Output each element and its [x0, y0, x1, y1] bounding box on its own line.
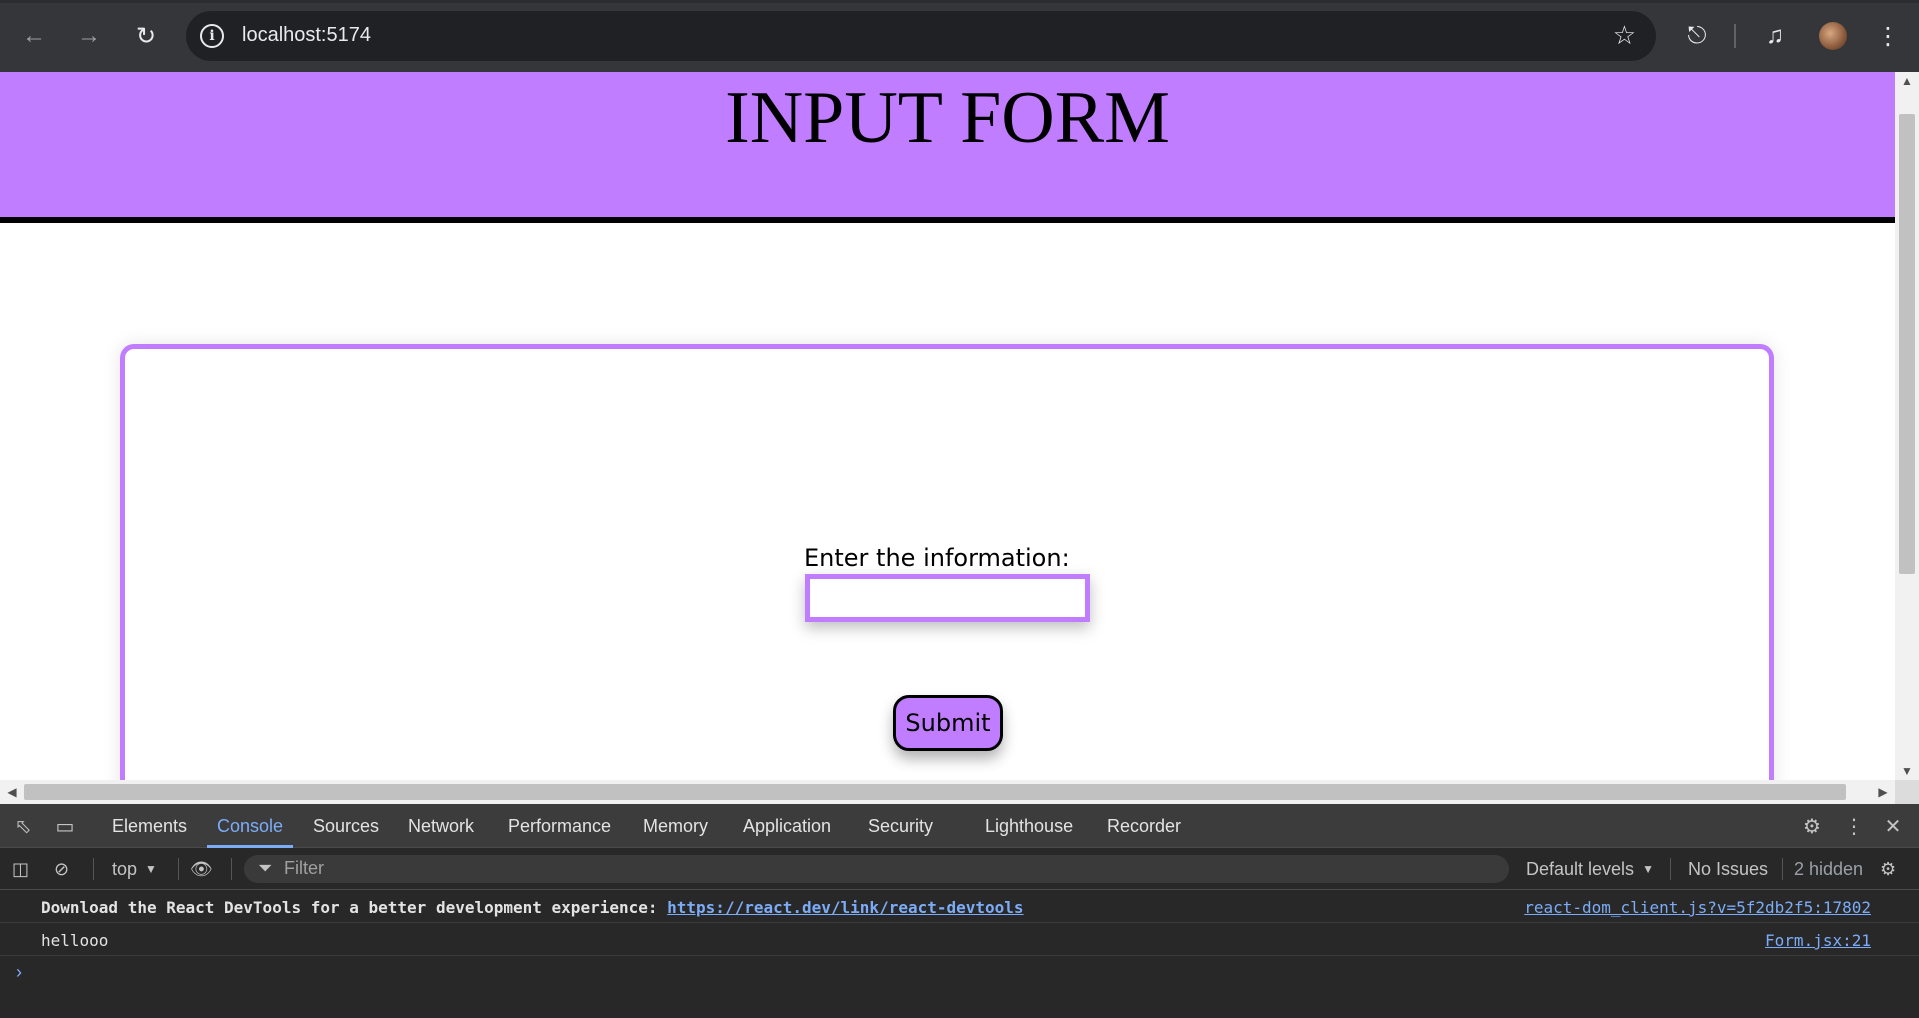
context-label: top: [112, 858, 138, 879]
media-controls-icon[interactable]: ♫: [1757, 18, 1793, 54]
forward-button[interactable]: →: [71, 18, 107, 54]
header-divider: [0, 217, 1895, 223]
toolbar-divider: [231, 858, 232, 880]
log-levels-label: Default levels: [1526, 858, 1635, 879]
field-label: Enter the information:: [804, 544, 1070, 572]
tab-console[interactable]: Console: [206, 804, 294, 848]
device-toolbar-icon[interactable]: ▭: [52, 814, 78, 838]
reload-button[interactable]: ↻: [128, 18, 164, 54]
console-message: hellooo: [41, 931, 109, 950]
scroll-down-icon[interactable]: ▼: [1895, 762, 1919, 780]
dropdown-caret-icon: ▼: [145, 862, 157, 876]
sidebar-toggle-icon[interactable]: ◫: [12, 856, 29, 882]
scroll-left-icon[interactable]: ◀: [2, 780, 22, 804]
bookmark-star-icon[interactable]: ☆: [1613, 20, 1636, 51]
tab-sources[interactable]: Sources: [313, 804, 379, 848]
tab-network[interactable]: Network: [408, 804, 474, 848]
submit-button[interactable]: Submit: [893, 695, 1003, 751]
console-source-link[interactable]: react-dom_client.js?v=5f2db2f5:17802: [1524, 898, 1871, 917]
console-source-link[interactable]: Form.jsx:21: [1765, 931, 1871, 950]
toolbar-divider: [93, 858, 94, 880]
scrollbar-corner: [1895, 780, 1919, 804]
devtools-tabbar: ⬁ ▭ Elements Console Sources Network Per…: [0, 804, 1919, 848]
page-viewport: INPUT FORM Enter the information: Submit: [0, 72, 1895, 780]
context-selector[interactable]: top ▼: [112, 856, 157, 882]
information-input[interactable]: [805, 574, 1090, 622]
console-filter-input[interactable]: ⏷ Filter: [244, 855, 1509, 883]
page-header: INPUT FORM: [0, 72, 1895, 217]
site-info-icon[interactable]: i: [200, 24, 224, 48]
console-message: Download the React DevTools for a better…: [41, 898, 1024, 917]
filter-placeholder: Filter: [284, 858, 324, 878]
url-text[interactable]: localhost:5174: [242, 24, 371, 47]
devtools-panel: ⬁ ▭ Elements Console Sources Network Per…: [0, 804, 1919, 1018]
inspect-element-icon[interactable]: ⬁: [10, 814, 36, 838]
toolbar-divider: [178, 858, 179, 880]
devtools-menu-icon[interactable]: ⋮: [1841, 814, 1867, 838]
tab-application[interactable]: Application: [743, 804, 831, 848]
vertical-scrollbar[interactable]: ▲ ▼: [1895, 72, 1919, 780]
tab-lighthouse[interactable]: Lighthouse: [985, 804, 1073, 848]
live-expression-eye-icon[interactable]: 👁: [190, 856, 213, 882]
back-button[interactable]: ←: [16, 18, 52, 54]
dropdown-caret-icon: ▼: [1642, 862, 1654, 876]
tab-performance[interactable]: Performance: [508, 804, 611, 848]
reload-icon: ↻: [135, 22, 157, 50]
console-log-row: hellooo Form.jsx:21: [0, 923, 1919, 956]
toolbar-divider: [1670, 858, 1671, 880]
toolbar-divider: [1734, 24, 1736, 48]
tab-strip: [0, 0, 1919, 3]
log-levels-dropdown[interactable]: Default levels ▼: [1526, 856, 1654, 882]
console-log-row: Download the React DevTools for a better…: [0, 890, 1919, 923]
horizontal-scroll-thumb[interactable]: [24, 784, 1846, 800]
close-devtools-icon[interactable]: ✕: [1880, 814, 1906, 838]
console-message-text: Download the React DevTools for a better…: [41, 898, 668, 917]
settings-gear-icon[interactable]: ⚙: [1799, 814, 1825, 838]
filter-icon: ⏷: [258, 858, 273, 878]
console-prompt-icon[interactable]: ›: [16, 962, 22, 983]
kebab-menu-icon[interactable]: ⋮: [1870, 18, 1906, 54]
react-devtools-link[interactable]: https://react.dev/link/react-devtools: [667, 898, 1023, 917]
arrow-left-icon: ←: [22, 22, 46, 49]
clear-console-icon[interactable]: ⊘: [54, 856, 69, 882]
address-bar[interactable]: i localhost:5174 ☆: [186, 11, 1656, 61]
console-settings-gear-icon[interactable]: ⚙: [1880, 856, 1896, 882]
issues-button[interactable]: No Issues: [1688, 856, 1768, 882]
hidden-count: 2 hidden: [1794, 858, 1864, 879]
browser-toolbar: ← → ↻ i localhost:5174 ☆ ⎋ ♫ ⋮: [0, 0, 1919, 72]
extensions-icon[interactable]: ⎋: [1679, 18, 1715, 54]
scroll-right-icon[interactable]: ▶: [1873, 780, 1893, 804]
page-title: INPUT FORM: [725, 77, 1170, 159]
console-toolbar: ◫ ⊘ top ▼ 👁 ⏷ Filter Default levels ▼ No…: [0, 848, 1919, 890]
profile-avatar[interactable]: [1819, 22, 1847, 50]
console-output: Download the React DevTools for a better…: [0, 890, 1919, 1018]
tab-recorder[interactable]: Recorder: [1107, 804, 1181, 848]
tab-security[interactable]: Security: [868, 804, 933, 848]
horizontal-scrollbar[interactable]: ◀ ▶: [0, 780, 1895, 804]
scroll-up-icon[interactable]: ▲: [1895, 72, 1919, 90]
arrow-right-icon: →: [77, 22, 101, 49]
tab-elements[interactable]: Elements: [112, 804, 187, 848]
vertical-scroll-thumb[interactable]: [1899, 114, 1915, 574]
tab-memory[interactable]: Memory: [643, 804, 708, 848]
toolbar-divider: [1782, 858, 1783, 880]
